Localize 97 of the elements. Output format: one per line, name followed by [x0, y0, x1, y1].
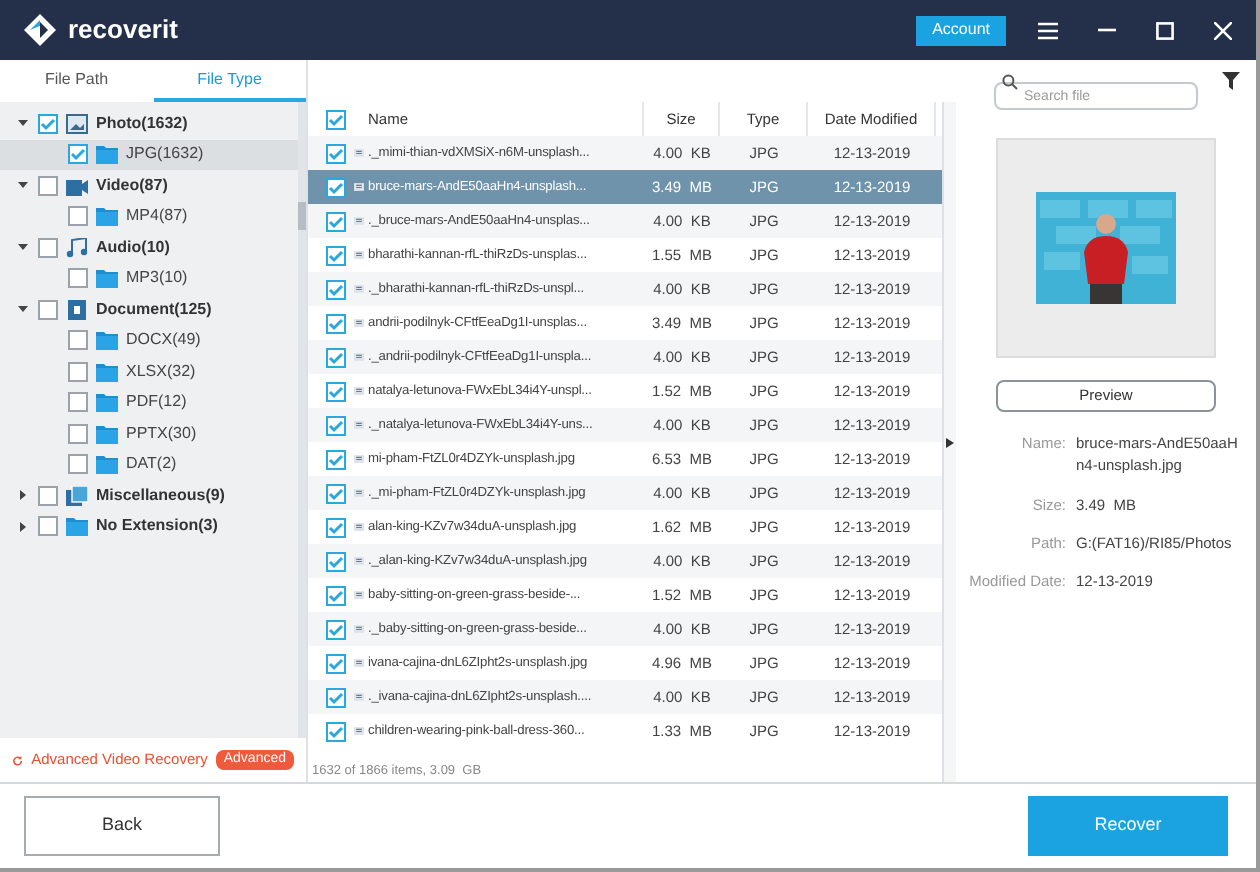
checkbox[interactable] — [326, 619, 346, 639]
tree-item[interactable]: Miscellaneous(9) — [0, 480, 298, 511]
chevron-down-icon[interactable] — [16, 302, 30, 317]
checkbox[interactable] — [326, 687, 346, 707]
diamond-logo-icon — [24, 14, 56, 46]
checkbox[interactable] — [326, 653, 346, 673]
tree-item[interactable]: PPTX(30) — [0, 418, 298, 449]
image-file-icon — [354, 248, 364, 262]
folder-icon — [96, 268, 118, 289]
folder-icon — [96, 454, 118, 475]
checkbox[interactable] — [68, 454, 88, 475]
folder-icon — [66, 516, 88, 537]
checkbox[interactable] — [68, 206, 88, 227]
checkbox[interactable] — [326, 143, 346, 163]
image-file-icon — [354, 622, 364, 636]
checkbox[interactable] — [68, 330, 88, 351]
checkbox[interactable] — [326, 483, 346, 503]
image-file-icon — [354, 588, 364, 602]
close-icon[interactable] — [1214, 21, 1232, 39]
checkbox[interactable] — [68, 392, 88, 413]
tree-item[interactable]: PDF(12) — [0, 387, 298, 418]
folder-icon — [96, 361, 118, 382]
image-file-icon — [354, 656, 364, 670]
chevron-down-icon[interactable] — [16, 240, 30, 255]
image-file-icon — [354, 384, 364, 398]
stacked-files-icon — [66, 485, 88, 506]
checkbox[interactable] — [326, 517, 346, 537]
image-icon — [66, 113, 88, 134]
image-file-icon — [354, 146, 364, 160]
image-file-icon — [354, 486, 364, 500]
music-note-icon — [66, 237, 88, 258]
checkbox[interactable] — [326, 109, 346, 129]
chevron-down-icon[interactable] — [16, 178, 30, 193]
tree-item[interactable]: Photo(1632) — [0, 108, 298, 139]
checkbox[interactable] — [326, 415, 346, 435]
folder-icon — [96, 144, 118, 165]
tree-item[interactable]: MP4(87) — [0, 201, 298, 232]
folder-icon — [96, 330, 118, 351]
image-file-icon — [354, 418, 364, 432]
checkbox[interactable] — [326, 449, 346, 469]
image-file-icon — [354, 554, 364, 568]
checkbox[interactable] — [326, 551, 346, 571]
checkbox[interactable] — [38, 516, 58, 537]
checkbox[interactable] — [38, 299, 58, 320]
checkbox[interactable] — [326, 245, 346, 265]
document-icon — [66, 299, 88, 320]
checkbox[interactable] — [38, 485, 58, 506]
chevron-right-icon[interactable] — [16, 519, 30, 534]
menu-icon[interactable] — [1038, 21, 1058, 39]
checkbox[interactable] — [68, 144, 88, 165]
search-icon — [1002, 73, 1018, 89]
checkbox[interactable] — [38, 113, 58, 134]
tree-item[interactable]: No Extension(3) — [0, 511, 298, 542]
checkbox[interactable] — [38, 237, 58, 258]
back-button[interactable]: Back — [24, 796, 220, 856]
maximize-icon[interactable] — [1156, 21, 1174, 39]
image-file-icon — [354, 316, 364, 330]
checkbox[interactable] — [326, 721, 346, 741]
tree-item[interactable]: DAT(2) — [0, 449, 298, 480]
tree-item[interactable]: XLSX(32) — [0, 356, 298, 387]
image-file-icon — [354, 282, 364, 296]
image-file-icon — [354, 452, 364, 466]
video-icon — [66, 175, 88, 196]
folder-icon — [96, 423, 118, 444]
checkbox[interactable] — [326, 211, 346, 231]
tree-item[interactable]: DOCX(49) — [0, 325, 298, 356]
image-file-icon — [354, 520, 364, 534]
checkbox[interactable] — [326, 177, 346, 197]
checkbox[interactable] — [68, 361, 88, 382]
tree-item[interactable]: Video(87) — [0, 170, 298, 201]
image-file-icon — [354, 180, 364, 194]
chevron-down-icon[interactable] — [16, 116, 30, 131]
checkbox[interactable] — [326, 313, 346, 333]
checkbox[interactable] — [326, 585, 346, 605]
app-name: recoverit — [68, 12, 178, 49]
chevron-right-icon[interactable] — [16, 488, 30, 503]
checkbox[interactable] — [68, 268, 88, 289]
image-file-icon — [354, 724, 364, 738]
expand-arrow-icon[interactable] — [946, 437, 954, 447]
checkbox[interactable] — [326, 279, 346, 299]
refresh-icon — [12, 751, 24, 769]
folder-icon — [96, 392, 118, 413]
tree-item[interactable]: Audio(10) — [0, 232, 298, 263]
minimize-icon[interactable] — [1098, 28, 1116, 32]
image-file-icon — [354, 690, 364, 704]
tab[interactable]: File Path — [0, 60, 153, 102]
folder-icon — [96, 206, 118, 227]
tree-item[interactable]: Document(125) — [0, 294, 298, 325]
checkbox[interactable] — [38, 175, 58, 196]
checkbox[interactable] — [68, 423, 88, 444]
image-file-icon — [354, 214, 364, 228]
checkbox[interactable] — [326, 381, 346, 401]
tree-item[interactable]: JPG(1632) — [0, 139, 298, 170]
tree-item[interactable]: MP3(10) — [0, 263, 298, 294]
image-file-icon — [354, 350, 364, 364]
checkbox[interactable] — [326, 347, 346, 367]
filter-icon[interactable] — [1222, 72, 1240, 90]
